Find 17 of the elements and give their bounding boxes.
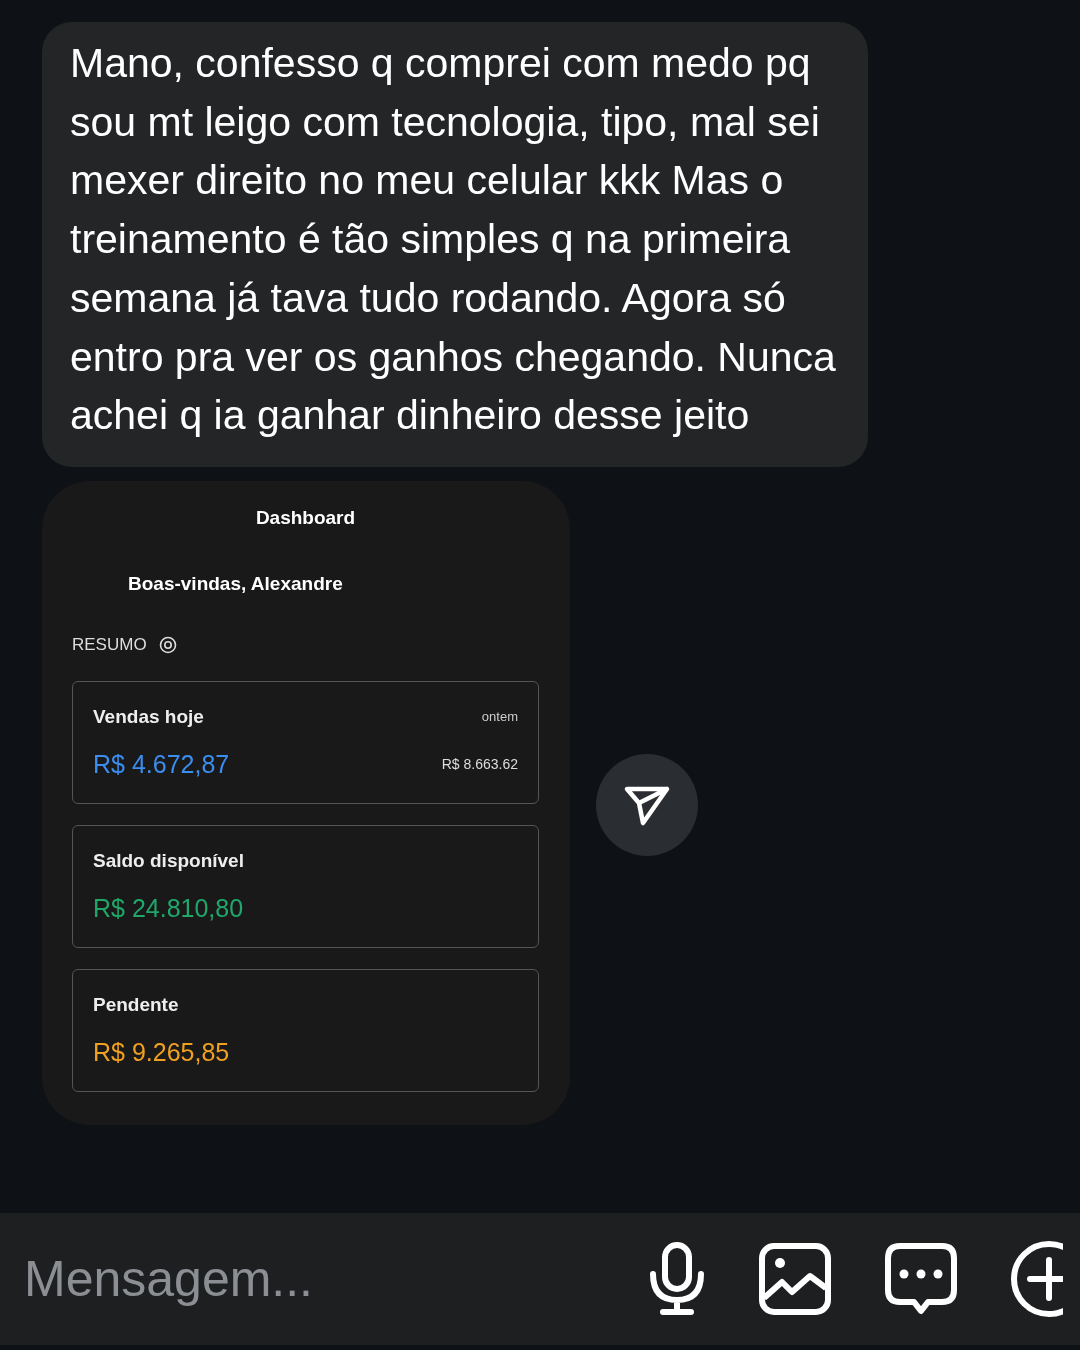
chat-icon[interactable] — [884, 1242, 958, 1316]
card-value: R$ 9.265,85 — [93, 1037, 230, 1067]
compare-label: ontem — [481, 709, 518, 725]
compare-value: R$ 8.663.62 — [441, 756, 518, 773]
message-text: Mano, confesso q comprei com medo pq sou mt leigo com tecnologia, tipo, mal sei mexer direito no meu celular kkk Mas o treinamento é tão simples q na primeira semana já tava tudo rodando. Agora só entro pra ver os ganhos chegando. Nunca achei q ia ganhar dinheiro desse jeito — [70, 39, 837, 441]
card-label: Vendas hoje — [93, 705, 204, 728]
dashboard-title: Dashboard — [254, 506, 357, 529]
card-label: Pendente — [93, 993, 179, 1016]
greeting-text: Boas-vindas, Alexandre — [128, 572, 344, 595]
image-icon[interactable] — [758, 1242, 832, 1316]
card-label: Saldo disponível — [93, 849, 244, 872]
plus-icon[interactable] — [1010, 1240, 1063, 1318]
card-value: R$ 24.810,80 — [93, 893, 244, 923]
section-label: RESUMO — [72, 634, 147, 655]
eye-icon[interactable] — [158, 635, 177, 654]
card-value: R$ 4.672,87 — [93, 749, 230, 779]
microphone-icon[interactable] — [648, 1242, 706, 1316]
